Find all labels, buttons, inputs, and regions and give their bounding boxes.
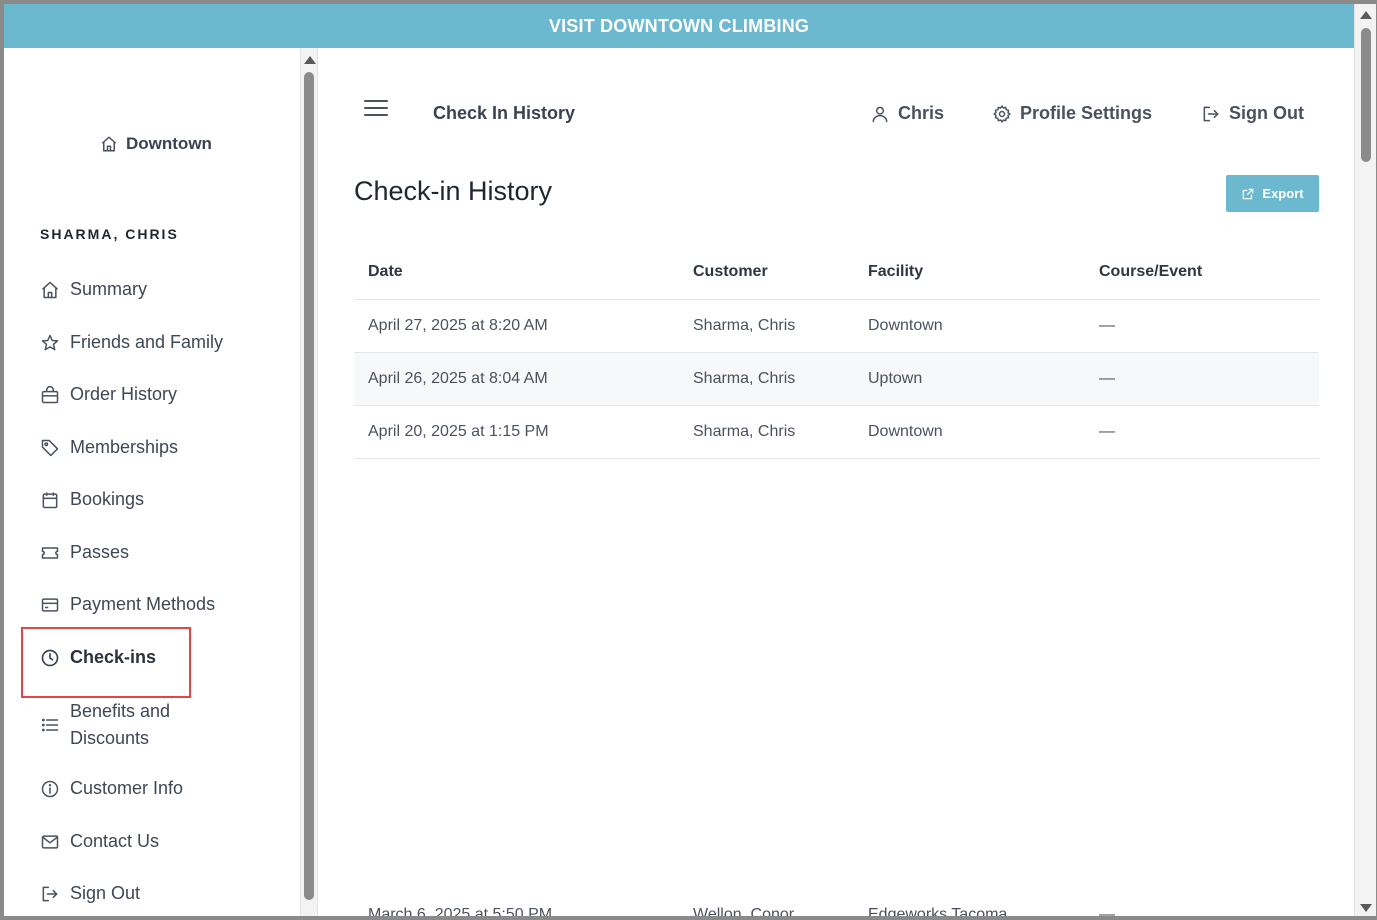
cell-customer: Sharma, Chris (693, 317, 796, 334)
column-header-customer[interactable]: Customer (693, 263, 868, 281)
home-icon (101, 136, 117, 152)
sidebar-item-benefits-and-discounts[interactable]: Benefits and Discounts (40, 698, 170, 752)
gear-icon (993, 104, 1011, 123)
cell-customer: Wellon, Conor (693, 906, 795, 920)
scroll-thumb[interactable] (1361, 28, 1371, 162)
hamburger-menu-button[interactable] (364, 100, 388, 120)
topbar-sign-out-button[interactable]: Sign Out (1201, 103, 1304, 124)
location-selector[interactable]: Downtown (100, 134, 212, 154)
sign-out-icon (1203, 106, 1219, 121)
sidebar-item-label: Benefits and Discounts (70, 698, 170, 752)
sign-out-icon (42, 886, 58, 901)
column-header-facility[interactable]: Facility (868, 263, 1099, 281)
visit-banner[interactable]: VISIT DOWNTOWN CLIMBING (4, 4, 1354, 48)
mail-icon (41, 834, 59, 849)
sidebar-item-label: Sign Out (70, 883, 141, 903)
sidebar-item-sign-out[interactable]: Sign Out (40, 883, 140, 904)
cell-facility: Downtown (868, 423, 943, 440)
column-header-date[interactable]: Date (354, 263, 693, 281)
tag-icon (41, 439, 59, 456)
sidebar-item-order-history[interactable]: Order History (40, 384, 177, 405)
sidebar-item-label: Contact Us (70, 831, 160, 851)
cell-course-event: — (1099, 906, 1115, 920)
sidebar-item-bookings[interactable]: Bookings (40, 489, 144, 510)
app-window: VISIT DOWNTOWN CLIMBING Downtown SHARMA,… (0, 0, 1377, 920)
column-header-course-event[interactable]: Course/Event (1099, 263, 1319, 281)
cell-date: April 26, 2025 at 8:04 AM (368, 370, 548, 387)
sidebar-item-memberships[interactable]: Memberships (40, 437, 178, 458)
check-in-table: Date Customer Facility Course/Event Apri… (354, 244, 1319, 459)
sidebar-item-label: Summary (70, 279, 148, 299)
cell-facility: Uptown (868, 370, 923, 387)
sidebar-item-label: Customer Info (70, 778, 184, 798)
profile-settings-button[interactable]: Profile Settings (992, 103, 1152, 124)
external-link-icon (1243, 188, 1254, 199)
sidebar-item-label-line1: Benefits and (70, 701, 171, 721)
topbar-title: Check In History (433, 103, 576, 123)
cell-date: April 27, 2025 at 8:20 AM (368, 317, 548, 334)
sidebar-item-summary[interactable]: Summary (40, 279, 147, 300)
sidebar-item-label: Order History (70, 384, 178, 404)
main-content: Check In History Chris Profile Settings … (318, 48, 1354, 920)
user-icon (872, 106, 888, 122)
export-label: Export (1262, 186, 1304, 201)
sign-out-label: Sign Out (1229, 103, 1304, 123)
check-ins-highlight (21, 627, 191, 698)
table-row[interactable]: April 20, 2025 at 1:15 PM Sharma, Chris … (354, 406, 1319, 459)
star-icon (41, 334, 59, 350)
home-icon (42, 281, 58, 298)
location-label: Downtown (126, 134, 212, 153)
sidebar-item-customer-info[interactable]: Customer Info (40, 778, 183, 799)
table-row-cutoff[interactable]: March 6, 2025 at 5:50 PM Wellon, Conor E… (354, 906, 1319, 920)
cell-date: April 20, 2025 at 1:15 PM (368, 423, 549, 440)
sidebar-item-label: Memberships (70, 437, 179, 457)
scroll-thumb[interactable] (304, 72, 314, 900)
scroll-up-arrow[interactable] (1360, 11, 1372, 19)
sidebar-item-label-line2: Discounts (70, 728, 150, 748)
cell-course-event: — (1099, 317, 1115, 334)
cell-customer: Sharma, Chris (693, 423, 796, 440)
shopping-bag-icon (41, 385, 59, 403)
banner-text: VISIT DOWNTOWN CLIMBING (548, 15, 810, 36)
scroll-down-arrow[interactable] (1360, 904, 1372, 912)
window-scrollbar[interactable] (1354, 4, 1376, 916)
cell-course-event: — (1099, 423, 1115, 440)
credit-card-icon (41, 597, 59, 612)
sidebar: Downtown SHARMA, CHRIS Summary Friends a… (4, 48, 300, 916)
calendar-icon (42, 492, 58, 508)
sidebar-item-label: Passes (70, 542, 130, 562)
user-menu-button[interactable]: Chris (870, 103, 944, 124)
member-name: SHARMA, CHRIS (40, 226, 179, 242)
sidebar-item-label: Bookings (70, 489, 145, 509)
info-icon (41, 780, 59, 797)
cell-customer: Sharma, Chris (693, 370, 796, 387)
profile-settings-label: Profile Settings (1020, 103, 1153, 123)
list-icon (41, 718, 59, 732)
user-name: Chris (898, 103, 945, 123)
cell-facility: Downtown (868, 317, 943, 334)
sidebar-scrollbar[interactable] (300, 48, 318, 916)
sidebar-item-friends-and-family[interactable]: Friends and Family (40, 332, 223, 353)
sidebar-item-payment-methods[interactable]: Payment Methods (40, 594, 215, 615)
ticket-icon (41, 546, 59, 559)
scroll-up-arrow[interactable] (304, 56, 316, 64)
page-title: Check-in History (354, 176, 553, 206)
sidebar-item-label: Payment Methods (70, 594, 216, 614)
cell-facility: Edgeworks Tacoma (868, 906, 1008, 920)
cell-date: March 6, 2025 at 5:50 PM (368, 906, 553, 920)
export-button[interactable]: Export (1226, 175, 1319, 212)
sidebar-item-passes[interactable]: Passes (40, 542, 129, 563)
sidebar-item-label: Friends and Family (70, 332, 224, 352)
cell-course-event: — (1099, 370, 1115, 387)
table-row[interactable]: April 27, 2025 at 8:20 AM Sharma, Chris … (354, 300, 1319, 353)
sidebar-item-contact-us[interactable]: Contact Us (40, 831, 159, 852)
table-header-row: Date Customer Facility Course/Event (354, 244, 1319, 300)
table-row[interactable]: April 26, 2025 at 8:04 AM Sharma, Chris … (354, 353, 1319, 406)
